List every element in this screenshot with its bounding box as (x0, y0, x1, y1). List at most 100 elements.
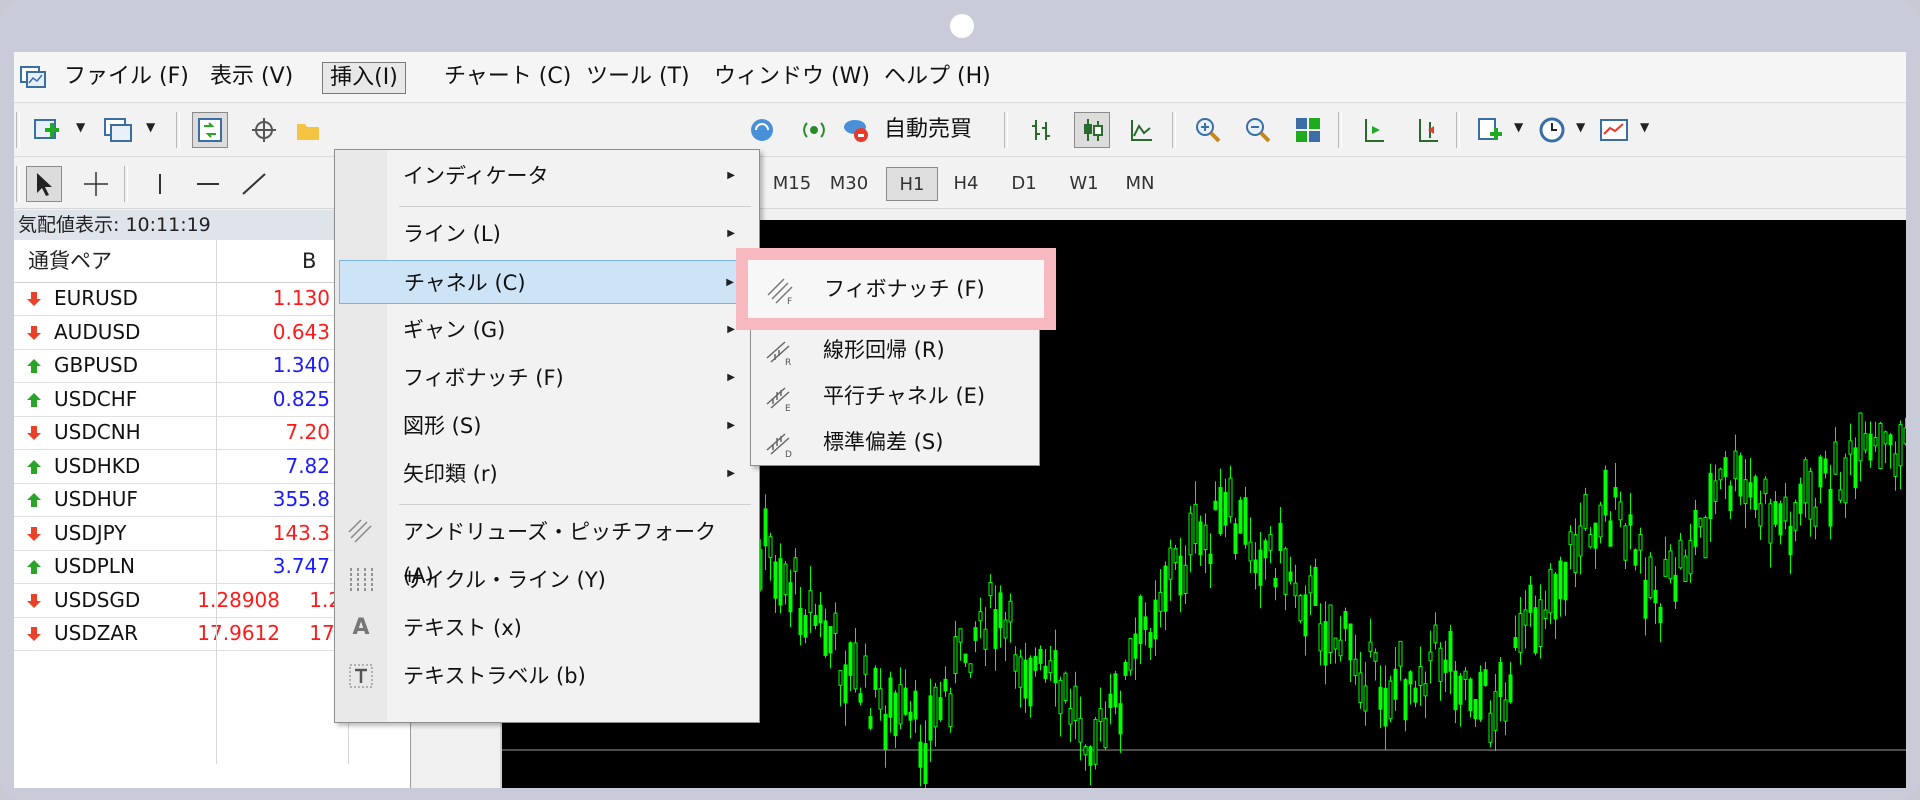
symbol-column-header[interactable]: 通貨ペア (28, 240, 112, 282)
menu-item-arrows[interactable]: 矢印類 (r) ▶ (339, 452, 753, 496)
timeframe-m15[interactable]: M15 (770, 167, 814, 201)
submenu-item-standard-deviation[interactable]: D 標準偏差 (S) (755, 419, 1033, 465)
auto-trading-label[interactable]: 自動売買 (884, 114, 972, 146)
market-watch-icon[interactable] (192, 112, 228, 148)
candle-body (773, 561, 778, 599)
candle-body (1013, 654, 1018, 672)
indicators-icon[interactable] (1472, 112, 1508, 148)
bid-column-header[interactable]: B (302, 240, 316, 282)
globe-icon[interactable] (744, 112, 780, 148)
candle-body (818, 604, 823, 624)
zoom-in-icon[interactable] (1190, 112, 1226, 148)
menu-view[interactable]: 表示 (V) (210, 61, 293, 93)
candle-body (1888, 434, 1893, 446)
candle-body (868, 716, 873, 729)
candle-body (1588, 533, 1593, 548)
candle-body (1813, 506, 1818, 527)
candle-body (1353, 658, 1358, 677)
templates-icon[interactable] (1596, 112, 1632, 148)
chevron-down-icon[interactable]: ▼ (1576, 120, 1585, 134)
menu-item-channels[interactable]: チャネル (C) ▶ (339, 260, 753, 304)
bar-chart-icon[interactable] (1024, 112, 1060, 148)
submenu-item-linear-regression[interactable]: R 線形回帰 (R) (755, 327, 1033, 373)
chart-shift-icon[interactable] (1356, 112, 1392, 148)
timeframe-w1[interactable]: W1 (1062, 167, 1106, 201)
svg-text:R: R (785, 358, 791, 366)
menu-item-label: 矢印類 (r) (403, 462, 498, 486)
line-chart-icon[interactable] (1124, 112, 1160, 148)
folder-icon[interactable] (290, 112, 326, 148)
auto-scroll-icon[interactable] (1410, 112, 1446, 148)
timeframe-m30[interactable]: M30 (826, 167, 872, 201)
candle-body (1498, 662, 1503, 698)
candle-body (823, 620, 828, 656)
candle-body (978, 611, 983, 622)
candle-body (808, 590, 813, 614)
timeframe-h1[interactable]: H1 (886, 167, 938, 201)
menu-item-text[interactable]: A テキスト (x) (339, 606, 753, 650)
menu-file[interactable]: ファイル (F) (64, 61, 189, 93)
candle-body (1453, 670, 1458, 711)
menu-item-andrews-pitchfork[interactable]: アンドリューズ・ピッチフォーク (A) (339, 510, 753, 588)
crosshair-tool-icon[interactable] (78, 166, 114, 202)
timeframe-d1[interactable]: D1 (1002, 167, 1046, 201)
candle-body (1823, 458, 1828, 474)
candle-body (1883, 431, 1888, 445)
menu-tools[interactable]: ツール (T) (586, 61, 690, 93)
candle-body (1188, 512, 1193, 556)
toolbar-grip (16, 112, 20, 148)
cursor-icon[interactable] (26, 166, 62, 202)
candle-body (1553, 573, 1558, 620)
submenu-item-label: 線形回帰 (R) (823, 338, 945, 362)
menu-item-indicators[interactable]: インディケータ ▶ (339, 154, 753, 198)
timeframe-mn[interactable]: MN (1118, 167, 1162, 201)
candle-body (1693, 509, 1698, 547)
menu-item-text-label[interactable]: テキストラベル (b) (339, 654, 753, 698)
candle-body (1273, 577, 1278, 588)
candle-body (1043, 665, 1048, 679)
timeframe-h4[interactable]: H4 (944, 167, 988, 201)
candle-body (843, 664, 848, 704)
signals-icon[interactable] (796, 112, 832, 148)
horizontal-line-icon[interactable] (190, 166, 226, 202)
candle-body (888, 677, 893, 718)
candle-body (1048, 660, 1053, 674)
chevron-down-icon[interactable]: ▼ (146, 120, 155, 134)
pitchfork-icon (347, 518, 375, 546)
chevron-down-icon[interactable]: ▼ (76, 120, 85, 134)
submenu-item-parallel-channel[interactable]: E 平行チャネル (E) (755, 373, 1033, 419)
menu-insert[interactable]: 挿入(I) (322, 62, 406, 94)
menu-item-gann[interactable]: ギャン (G) ▶ (339, 308, 753, 352)
candle-body (1008, 600, 1013, 623)
menu-item-lines[interactable]: ライン (L) ▶ (339, 212, 753, 256)
crosshair-icon[interactable] (246, 112, 282, 148)
chevron-down-icon[interactable]: ▼ (1514, 120, 1523, 134)
candle-body (1478, 671, 1483, 720)
menu-window[interactable]: ウィンドウ (W) (714, 61, 870, 93)
menu-item-cycle-lines[interactable]: サイクル・ライン (Y) (339, 558, 753, 602)
new-chart-icon[interactable] (30, 112, 66, 148)
menu-item-fibonacci[interactable]: フィボナッチ (F) ▶ (339, 356, 753, 400)
candle-body (1113, 673, 1118, 708)
candle-body (1153, 599, 1158, 640)
menu-item-shapes[interactable]: 図形 (S) ▶ (339, 404, 753, 448)
candle-body (1738, 455, 1743, 497)
vertical-line-icon[interactable] (142, 166, 178, 202)
auto-trading-icon[interactable] (838, 112, 874, 148)
profiles-icon[interactable] (100, 112, 136, 148)
candle-body (1138, 596, 1143, 645)
candle-body (1103, 717, 1108, 749)
candle-body (1228, 477, 1233, 518)
candle-body (1068, 707, 1073, 725)
periods-clock-icon[interactable] (1534, 112, 1570, 148)
tile-windows-icon[interactable] (1290, 112, 1326, 148)
chevron-down-icon[interactable]: ▼ (1640, 120, 1649, 134)
menu-bar: ファイル (F) 表示 (V) 挿入(I) チャート (C) ツール (T) ウ… (14, 52, 1906, 103)
zoom-out-icon[interactable] (1240, 112, 1276, 148)
menu-help[interactable]: ヘルプ (H) (884, 61, 991, 93)
candlestick-icon[interactable] (1074, 112, 1110, 148)
toolbar-separator (1004, 112, 1008, 148)
menu-chart[interactable]: チャート (C) (444, 61, 571, 93)
trend-line-icon[interactable] (236, 166, 272, 202)
candle-body (1088, 746, 1093, 766)
